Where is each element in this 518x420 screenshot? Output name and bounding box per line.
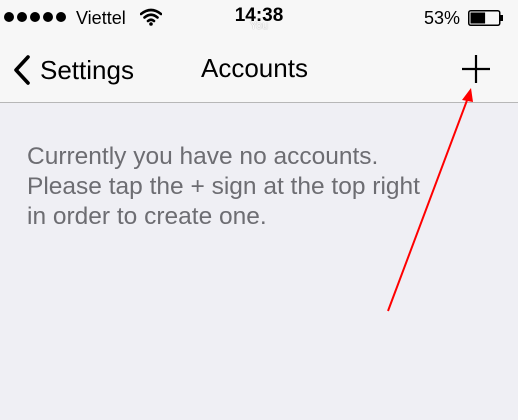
plus-icon (462, 55, 490, 83)
message-line: Currently you have no accounts. (27, 143, 379, 170)
navigation-bar: Settings Accounts (0, 38, 518, 103)
accounts-screen: Viettel 14:38 You 53% Settings Accounts (0, 0, 518, 420)
back-button-label: Settings (40, 55, 134, 85)
add-account-button[interactable] (456, 50, 496, 90)
page-title: Accounts (201, 53, 308, 83)
message-line: Please tap the + sign at the top right (27, 173, 420, 200)
status-bar: Viettel 14:38 You 53% (0, 0, 518, 38)
battery-icon (468, 10, 503, 26)
back-button[interactable]: Settings (12, 52, 134, 88)
message-line: in order to create one. (27, 203, 267, 230)
battery-percent: 53% (424, 8, 461, 28)
empty-state-message: Currently you have no accounts. Please t… (27, 142, 497, 232)
chevron-left-icon (14, 55, 30, 85)
